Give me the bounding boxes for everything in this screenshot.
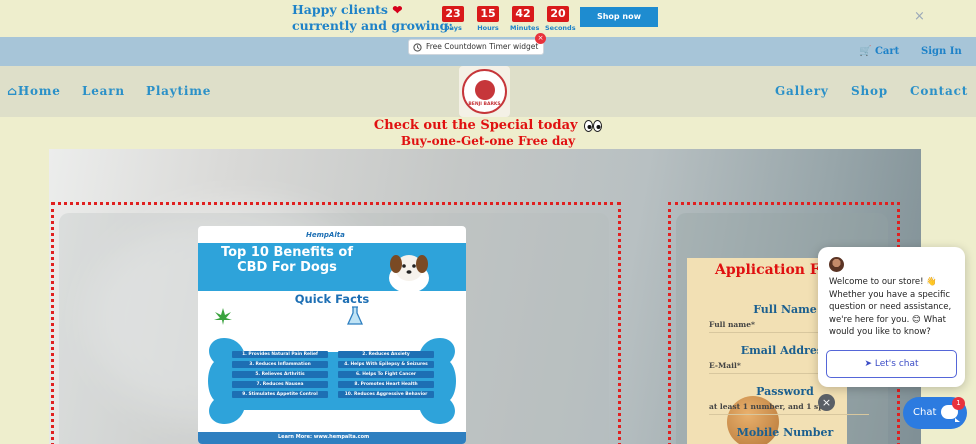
widget-badge-label: Free Countdown Timer widget bbox=[426, 42, 539, 51]
hero-banner: HempAlta Top 10 Benefits of CBD For Dogs… bbox=[49, 149, 921, 444]
signin-link[interactable]: Sign In bbox=[921, 46, 962, 57]
benefit-8: 8. Promotes Heart Health bbox=[338, 381, 434, 388]
lets-chat-label: Let's chat bbox=[874, 359, 919, 369]
logo-text: BENJI BARKS bbox=[468, 102, 501, 107]
countdown-headline-line2: currently and growing: bbox=[292, 18, 453, 33]
dog-photo bbox=[389, 255, 429, 292]
dog-face-icon bbox=[475, 80, 495, 100]
cannabis-leaf-icon bbox=[214, 308, 232, 325]
countdown-hours-label: Hours bbox=[477, 24, 499, 32]
countdown-headline-line1: Happy clients bbox=[292, 2, 388, 17]
benefit-5: 5. Relieves Arthritis bbox=[232, 371, 328, 378]
password-input[interactable]: at least 1 number, and 1 sp bbox=[709, 402, 869, 415]
countdown-hours-value: 15 bbox=[477, 6, 499, 22]
countdown-minutes-value: 42 bbox=[512, 6, 534, 22]
countdown-hours: 15 Hours bbox=[475, 6, 501, 32]
cart-label: Cart bbox=[874, 46, 900, 57]
heart-icon: ❤ bbox=[392, 3, 403, 17]
lets-chat-button[interactable]: ➤ Let's chat bbox=[826, 350, 957, 378]
close-countdown-button[interactable]: × bbox=[914, 9, 925, 24]
countdown-minutes-label: Minutes bbox=[510, 24, 540, 32]
nav-home[interactable]: ⌂Home bbox=[7, 84, 61, 98]
eyes-icon bbox=[584, 119, 603, 132]
benefit-10: 10. Reduces Aggressive Behavior bbox=[338, 391, 434, 398]
countdown-timer: 23 Days 15 Hours 42 Minutes 20 Seconds bbox=[440, 6, 576, 32]
nav-shop[interactable]: Shop bbox=[851, 84, 888, 98]
logo-badge: BENJI BARKS bbox=[462, 69, 507, 114]
site-logo[interactable]: BENJI BARKS bbox=[459, 66, 510, 117]
top-account-bar: Free Countdown Timer widget × 🛒 Cart Sig… bbox=[0, 33, 976, 66]
countdown-days-label: Days bbox=[444, 24, 462, 32]
benefit-3: 3. Reduces Inflammation bbox=[232, 361, 328, 368]
countdown-seconds: 20 Seconds bbox=[545, 6, 576, 32]
countdown-bar: Happy clients ❤ currently and growing: 2… bbox=[0, 0, 976, 37]
nav-gallery[interactable]: Gallery bbox=[775, 84, 829, 98]
nav-contact[interactable]: Contact bbox=[910, 84, 968, 98]
countdown-days: 23 Days bbox=[440, 6, 466, 32]
flask-icon bbox=[346, 306, 364, 325]
mobile-label: Mobile Number bbox=[736, 426, 834, 439]
benefit-2: 2. Reduces Anxiety bbox=[338, 351, 434, 358]
countdown-widget-badge[interactable]: Free Countdown Timer widget bbox=[408, 39, 545, 55]
nav-learn[interactable]: Learn bbox=[82, 84, 125, 98]
countdown-headline: Happy clients ❤ currently and growing: bbox=[292, 2, 453, 33]
main-nav: ⌂Home Learn Playtime BENJI BARKS Gallery… bbox=[0, 66, 976, 117]
timer-icon bbox=[413, 42, 422, 52]
benefit-1: 1. Provides Natural Pain Relief bbox=[232, 351, 328, 358]
close-chat-popup-button[interactable]: × bbox=[818, 394, 835, 411]
countdown-seconds-value: 20 bbox=[547, 6, 569, 22]
nav-home-label: Home bbox=[17, 84, 61, 98]
cart-link[interactable]: 🛒 Cart bbox=[859, 46, 899, 57]
promo-line1: Check out the Special today bbox=[373, 118, 578, 133]
benefit-7: 7. Reduces Nausea bbox=[232, 381, 328, 388]
infographic-brand: HempAlta bbox=[306, 231, 345, 239]
promo-headline: Check out the Special today bbox=[0, 118, 976, 134]
nav-playtime[interactable]: Playtime bbox=[146, 84, 211, 98]
chat-popup: Welcome to our store! 👋 Whether you have… bbox=[818, 247, 965, 387]
countdown-days-value: 23 bbox=[442, 6, 464, 22]
shop-now-button[interactable]: Shop now bbox=[580, 7, 658, 27]
send-icon: ➤ bbox=[864, 359, 872, 369]
chat-unread-badge: 1 bbox=[952, 397, 965, 410]
infographic-subtitle: Quick Facts bbox=[294, 292, 370, 306]
close-widget-badge-button[interactable]: × bbox=[535, 33, 546, 44]
benefit-6: 6. Helps To Fight Cancer bbox=[338, 371, 434, 378]
countdown-seconds-label: Seconds bbox=[545, 24, 576, 32]
benefit-9: 9. Stimulates Appetite Control bbox=[232, 391, 328, 398]
cart-icon: 🛒 bbox=[859, 46, 872, 57]
home-icon: ⌂ bbox=[7, 84, 18, 98]
benefit-4: 4. Helps With Epilepsy & Seizures bbox=[338, 361, 434, 368]
agent-avatar bbox=[829, 257, 844, 272]
infographic-footer-text: Learn More: www.hempalta.com bbox=[278, 434, 370, 440]
countdown-minutes: 42 Minutes bbox=[510, 6, 540, 32]
infographic-title: Top 10 Benefits of CBD For Dogs bbox=[220, 245, 354, 275]
chat-launcher-label: Chat bbox=[913, 407, 937, 418]
promo-subline: Buy-one-Get-one Free day bbox=[400, 134, 576, 148]
cbd-infographic: HempAlta Top 10 Benefits of CBD For Dogs… bbox=[198, 226, 466, 444]
chat-welcome-message: Welcome to our store! 👋 Whether you have… bbox=[829, 277, 952, 337]
